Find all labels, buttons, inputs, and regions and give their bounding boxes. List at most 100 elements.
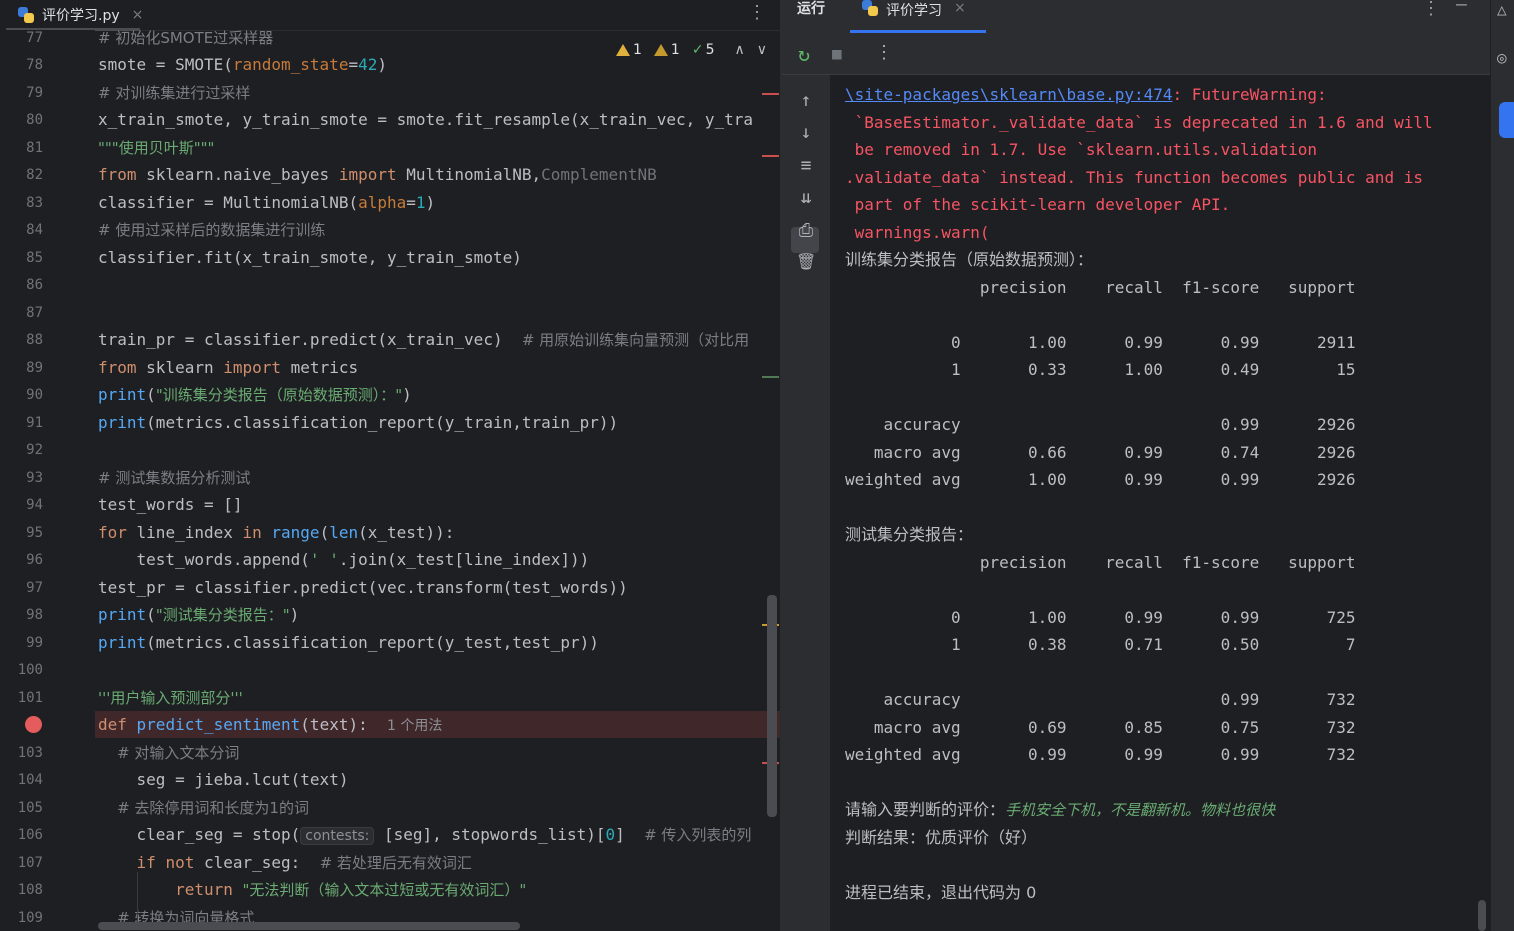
stop-icon[interactable]: ■ xyxy=(832,44,842,63)
console-output[interactable]: \site-packages\sklearn\base.py:474: Futu… xyxy=(830,75,1490,931)
line-number[interactable]: 91 xyxy=(0,413,43,433)
horizontal-scrollbar[interactable] xyxy=(98,922,520,930)
warning-icon xyxy=(616,44,630,56)
close-icon[interactable]: × xyxy=(954,0,966,16)
close-icon[interactable]: × xyxy=(132,7,144,23)
inspection-widget[interactable]: 1 1 ✓ 5 ∧ ∨ xyxy=(616,40,767,60)
console-line: \site-packages\sklearn\base.py:474: Futu… xyxy=(845,85,1327,104)
line-number[interactable]: 78 xyxy=(0,55,43,75)
usages-hint[interactable]: 1 个用法 xyxy=(387,718,442,734)
tool-window-button[interactable] xyxy=(1499,102,1514,138)
previous-highlight-icon[interactable]: ∧ xyxy=(735,42,745,58)
weak-warning-count[interactable]: 1 xyxy=(653,42,680,58)
line-number[interactable]: 92 xyxy=(0,440,43,460)
code-line: test_words = [] xyxy=(98,495,243,514)
more-options-icon[interactable]: ⋮ xyxy=(748,2,766,23)
run-tool-window: 运行 评价学习 × ⋮ — ↻ ■ ⋮ ↑ ↓ ≡ ⇊ ⎙ 🗑 \site-pa… xyxy=(782,0,1490,931)
next-highlight-icon[interactable]: ∨ xyxy=(757,42,767,58)
line-number[interactable]: 81 xyxy=(0,138,43,158)
line-number[interactable]: 87 xyxy=(0,303,43,323)
python-run-icon xyxy=(862,0,878,16)
scroll-to-end-icon[interactable]: ⇊ xyxy=(796,187,816,208)
console-line: 0 1.00 0.99 0.99 725 xyxy=(845,608,1356,627)
run-tab-pingjia[interactable]: 评价学习 × xyxy=(862,0,966,30)
line-number[interactable]: 100 xyxy=(0,660,43,680)
line-number[interactable]: 97 xyxy=(0,578,43,598)
line-number[interactable]: 80 xyxy=(0,110,43,130)
line-number[interactable]: 96 xyxy=(0,550,43,570)
print-icon[interactable]: ⎙ xyxy=(796,220,816,241)
more-icon[interactable]: ⋮ xyxy=(875,42,893,63)
file-link[interactable]: \site-packages\sklearn\base.py:474 xyxy=(845,85,1173,104)
error-stripe-marker[interactable] xyxy=(762,93,779,95)
line-number[interactable]: 77 xyxy=(0,28,43,48)
console-line: be removed in 1.7. Use `sklearn.utils.va… xyxy=(845,140,1318,159)
line-number[interactable]: 98 xyxy=(0,605,43,625)
editor-pane: 评价学习.py × ⋮ 77 78 79 80 81 82 83 84 85 86 87 88 89 90… xyxy=(0,0,780,931)
console-line: 0 1.00 0.99 0.99 2911 xyxy=(845,333,1356,352)
code-line: from sklearn import metrics xyxy=(98,358,359,377)
line-number[interactable]: 94 xyxy=(0,495,43,515)
console-line: precision recall f1-score support xyxy=(845,278,1356,297)
code-line: '''用户输入预测部分''' xyxy=(98,689,243,707)
line-number[interactable]: 82 xyxy=(0,165,43,185)
line-number[interactable]: 104 xyxy=(0,770,43,790)
line-number[interactable]: 79 xyxy=(0,83,43,103)
soft-wrap-icon[interactable]: ≡ xyxy=(796,155,816,176)
line-number[interactable]: 90 xyxy=(0,385,43,405)
rerun-icon[interactable]: ↻ xyxy=(798,42,810,66)
line-number[interactable]: 86 xyxy=(0,275,43,295)
warning-count[interactable]: 1 xyxy=(616,42,642,58)
code-line: x_train_smote, y_train_smote = smote.fit… xyxy=(98,110,754,129)
console-scrollbar[interactable] xyxy=(1478,900,1486,931)
weak-warning-icon xyxy=(653,44,668,56)
line-number[interactable]: 105 xyxy=(0,798,43,818)
line-number[interactable]: 93 xyxy=(0,468,43,488)
line-number[interactable]: 88 xyxy=(0,330,43,350)
arrow-up-icon[interactable]: ↑ xyxy=(796,90,816,111)
code-line: # 对输入文本分词 xyxy=(98,744,240,762)
line-number[interactable]: 108 xyxy=(0,880,43,900)
run-toolbar: ↻ ■ ⋮ xyxy=(782,40,1490,74)
typo-count[interactable]: ✓ 5 xyxy=(692,42,715,58)
line-number-gutter[interactable]: 77 78 79 80 81 82 83 84 85 86 87 88 89 90 91 92 93 94 95 96… xyxy=(0,30,95,931)
console-line: .validate_data` instead. This function b… xyxy=(845,168,1423,187)
run-title: 运行 xyxy=(797,1,825,17)
info-stripe-marker[interactable] xyxy=(762,376,779,378)
line-number[interactable]: 84 xyxy=(0,220,43,240)
line-number[interactable]: 106 xyxy=(0,825,43,845)
line-number[interactable]: 99 xyxy=(0,633,43,653)
run-tab-label: 评价学习 xyxy=(886,3,942,19)
console-line: 1 0.38 0.71 0.50 7 xyxy=(845,635,1356,654)
breakpoint-icon[interactable] xyxy=(25,716,42,733)
more-options-icon[interactable]: ⋮ xyxy=(1422,0,1440,19)
code-line: for line_index in range(len(x_test)): xyxy=(98,523,455,542)
line-number[interactable]: 85 xyxy=(0,248,43,268)
editor-tab-pingjia[interactable]: 评价学习.py × xyxy=(18,0,143,30)
trash-icon[interactable]: 🗑 xyxy=(796,252,816,271)
code-line: # 测试集数据分析测试 xyxy=(98,469,251,487)
line-number[interactable]: 95 xyxy=(0,523,43,543)
console-line: macro avg 0.66 0.99 0.74 2926 xyxy=(845,443,1356,462)
minimize-icon[interactable]: — xyxy=(1456,0,1467,15)
code-line: if not clear_seg: # 若处理后无有效词汇 xyxy=(136,853,472,872)
line-number[interactable]: 109 xyxy=(0,908,43,928)
code-line: # 使用过采样后的数据集进行训练 xyxy=(98,221,326,239)
error-stripe-marker[interactable] xyxy=(762,155,779,157)
console-line: accuracy 0.99 2926 xyxy=(845,415,1356,434)
code-area[interactable]: # 初始化SMOTE过采样器 smote = SMOTE(random_stat… xyxy=(98,29,780,931)
line-number[interactable]: 107 xyxy=(0,853,43,873)
code-line: # 对训练集进行过采样 xyxy=(98,84,251,102)
vertical-scrollbar[interactable] xyxy=(767,595,777,817)
line-number[interactable]: 83 xyxy=(0,193,43,213)
line-number[interactable]: 89 xyxy=(0,358,43,378)
console-line: 进程已结束，退出代码为 0 xyxy=(845,883,1037,902)
line-number[interactable]: 103 xyxy=(0,743,43,763)
notifications-icon[interactable]: △ xyxy=(1497,0,1507,19)
line-number[interactable]: 101 xyxy=(0,688,43,708)
indent-guide xyxy=(137,872,138,922)
parameter-hint: contests: xyxy=(300,827,375,845)
arrow-down-icon[interactable]: ↓ xyxy=(796,122,816,143)
ai-assistant-icon[interactable]: ◎ xyxy=(1497,48,1507,67)
console-line: part of the scikit-learn developer API. xyxy=(845,195,1231,214)
